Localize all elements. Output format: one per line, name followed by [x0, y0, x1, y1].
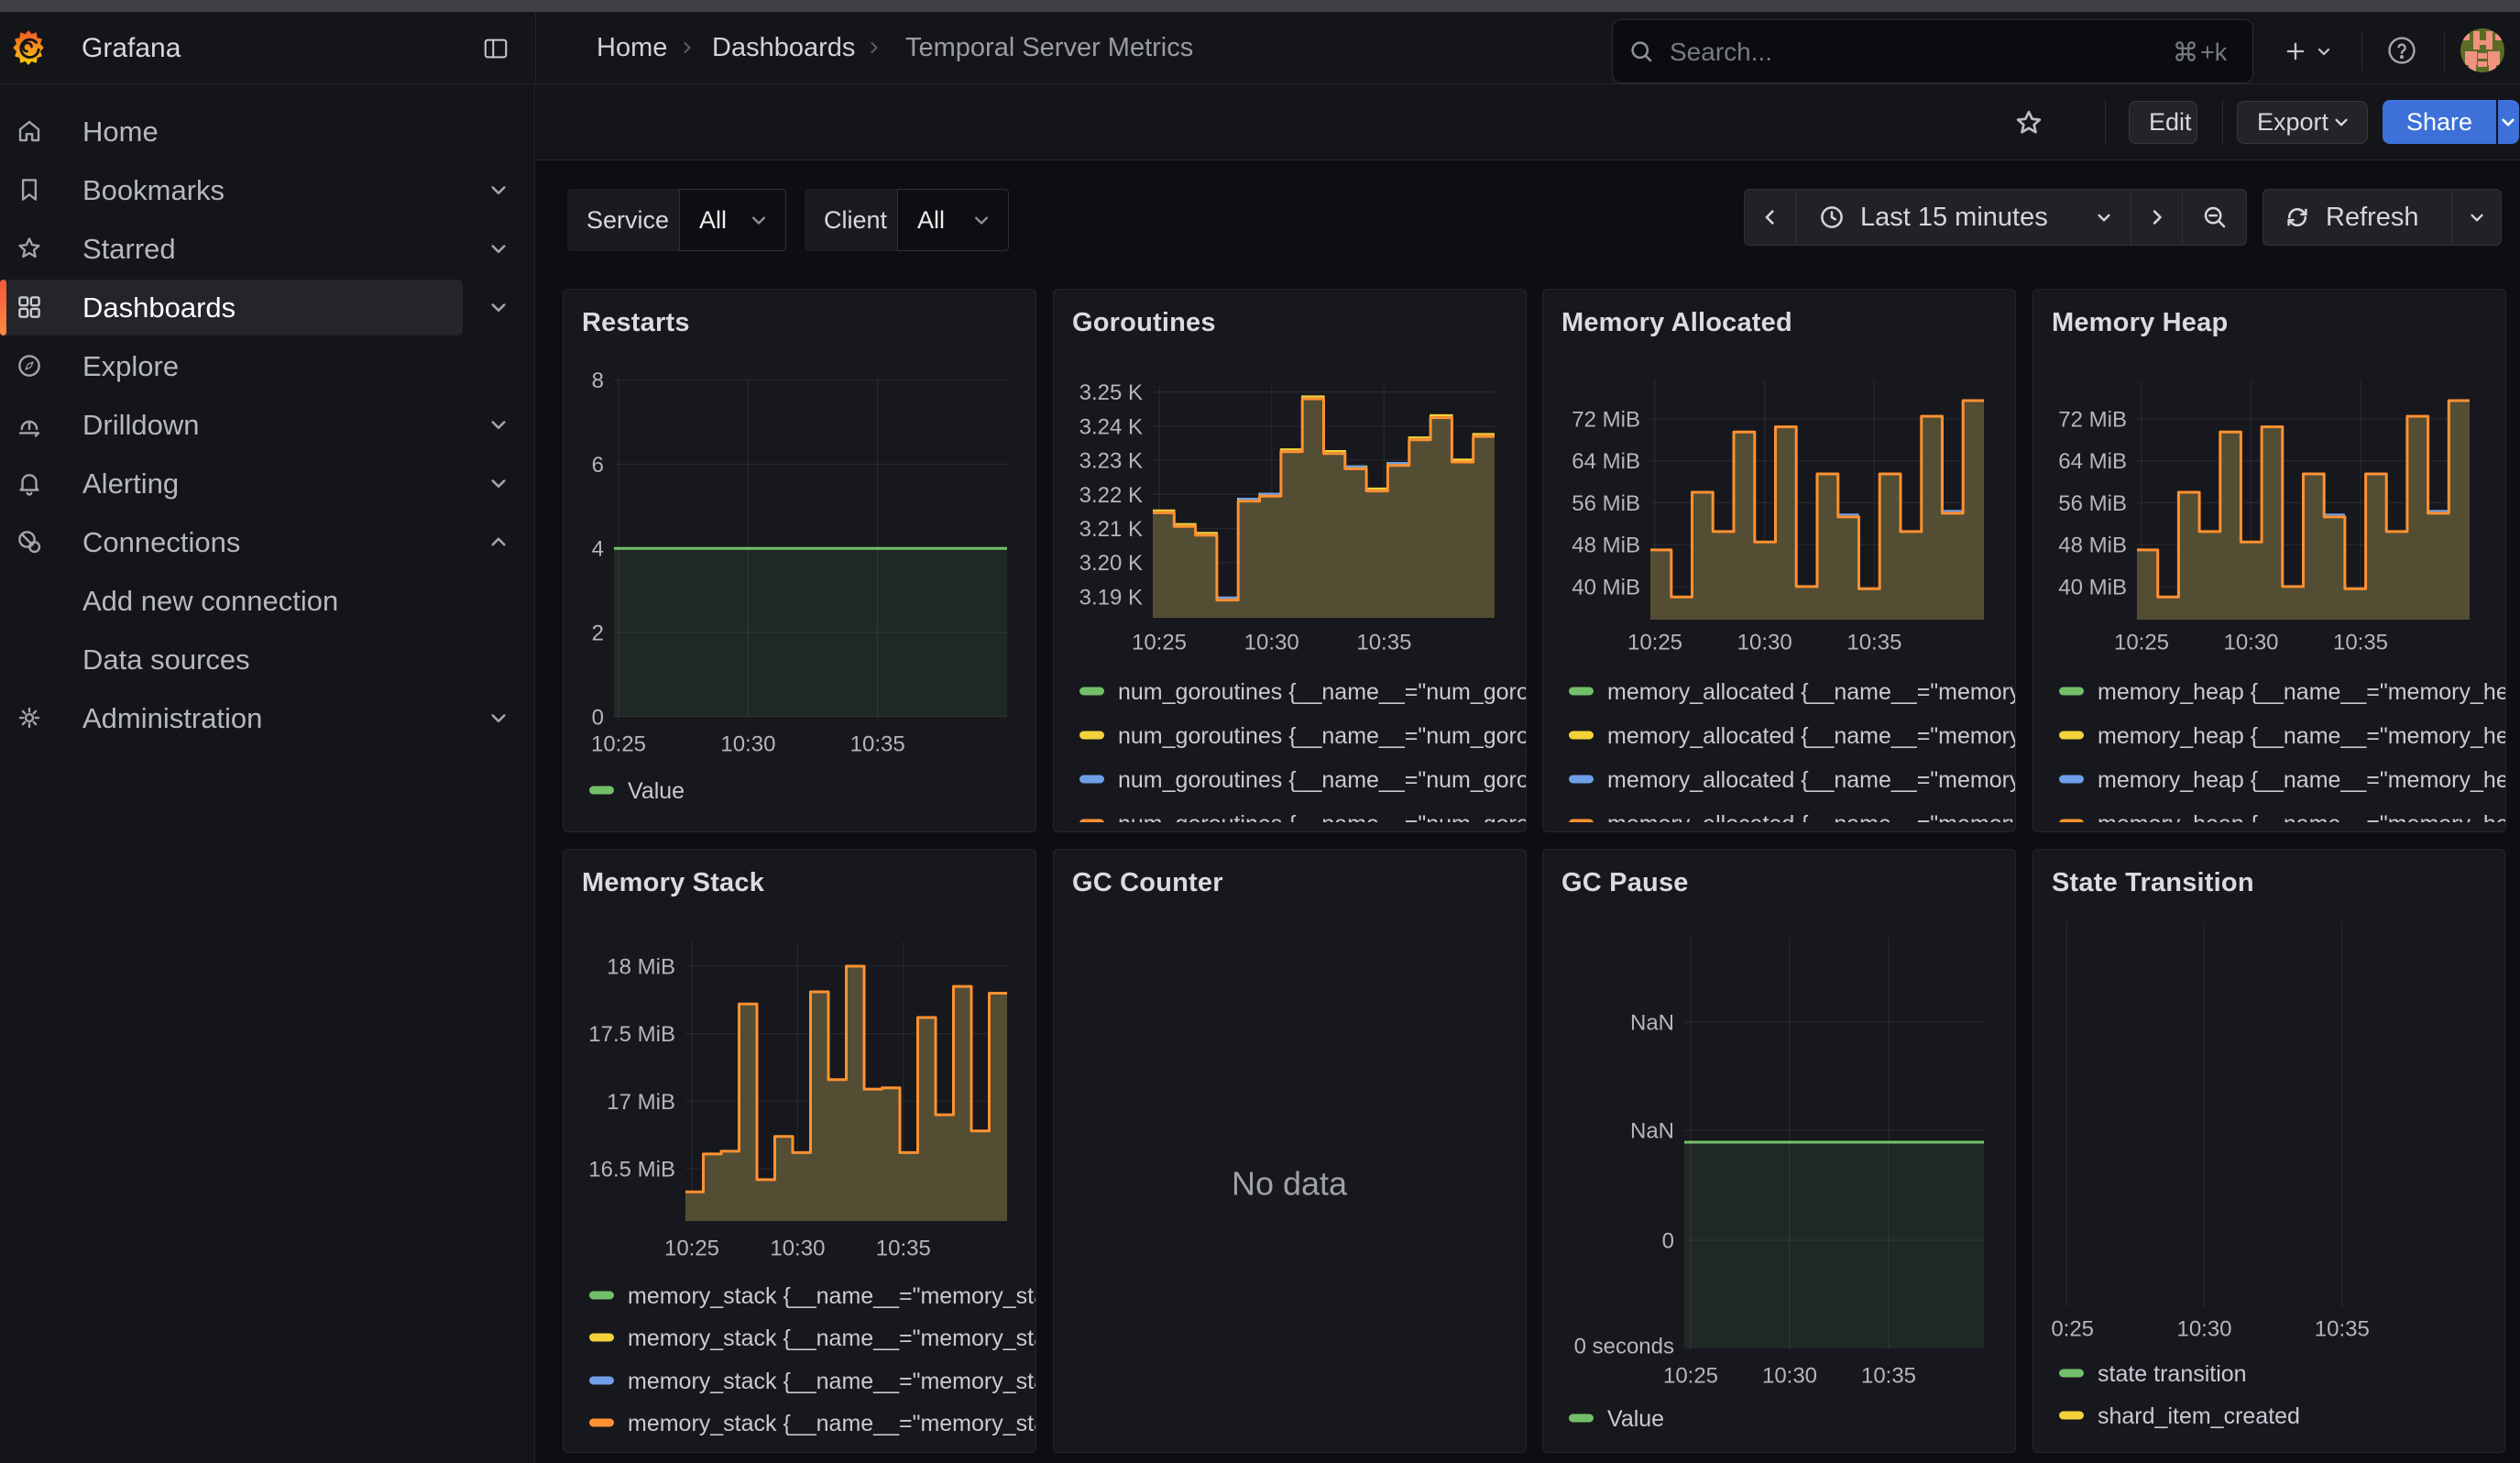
svg-text:No data: No data	[1232, 1165, 1348, 1203]
svg-text:3.20 K: 3.20 K	[1079, 551, 1143, 576]
svg-text:0 seconds: 0 seconds	[1574, 1335, 1674, 1359]
svg-text:memory_stack {__name__="memory: memory_stack {__name__="memory_stack", i…	[628, 1369, 1036, 1394]
svg-text:3.22 K: 3.22 K	[1079, 483, 1143, 508]
svg-text:4: 4	[592, 537, 604, 562]
svg-text:memory_stack {__name__="memory: memory_stack {__name__="memory_stack", i…	[628, 1411, 1036, 1436]
svg-text:10:30: 10:30	[2176, 1317, 2231, 1342]
svg-text:56 MiB: 56 MiB	[2058, 491, 2127, 516]
svg-text:17.5 MiB: 17.5 MiB	[588, 1022, 675, 1047]
svg-text:num_goroutines {__name__="num_: num_goroutines {__name__="num_goroutines…	[1118, 811, 1527, 832]
svg-text:10:35: 10:35	[850, 732, 905, 757]
svg-text:GC Counter: GC Counter	[1072, 868, 1223, 897]
svg-text:18 MiB: 18 MiB	[607, 955, 675, 980]
svg-text:48 MiB: 48 MiB	[1572, 534, 1640, 558]
svg-text:10:30: 10:30	[720, 732, 775, 757]
svg-text:10:25: 10:25	[591, 732, 646, 757]
svg-text:memory_stack {__name__="memory: memory_stack {__name__="memory_stack", i…	[628, 1326, 1036, 1351]
svg-text:3.19 K: 3.19 K	[1079, 585, 1143, 610]
svg-text:6: 6	[592, 453, 604, 478]
svg-text:Memory Stack: Memory Stack	[582, 868, 765, 897]
svg-text:10:25: 10:25	[1627, 631, 1682, 655]
svg-text:Restarts: Restarts	[582, 308, 690, 337]
svg-text:0: 0	[592, 706, 604, 731]
svg-text:17 MiB: 17 MiB	[607, 1090, 675, 1115]
svg-text:num_goroutines {__name__="num_: num_goroutines {__name__="num_goroutines…	[1118, 767, 1527, 793]
svg-text:72 MiB: 72 MiB	[1572, 408, 1640, 433]
svg-text:40 MiB: 40 MiB	[1572, 575, 1640, 600]
svg-text:10:25: 10:25	[1132, 631, 1187, 655]
svg-text:10:30: 10:30	[1244, 631, 1299, 655]
svg-text:memory_stack {__name__="memory: memory_stack {__name__="memory_stack", i…	[628, 1283, 1036, 1309]
svg-text:10:35: 10:35	[1846, 631, 1901, 655]
svg-text:memory_allocated {__name__="me: memory_allocated {__name__="memory_alloc…	[1607, 723, 2016, 749]
svg-text:10:30: 10:30	[770, 1237, 825, 1261]
svg-text:Memory Heap: Memory Heap	[2052, 308, 2228, 337]
svg-text:56 MiB: 56 MiB	[1572, 491, 1640, 516]
svg-text:memory_heap {__name__="memory_: memory_heap {__name__="memory_heap", ins…	[2098, 811, 2506, 832]
svg-text:NaN: NaN	[1630, 1119, 1674, 1144]
svg-text:memory_heap {__name__="memory_: memory_heap {__name__="memory_heap", ins…	[2098, 767, 2506, 793]
svg-text:3.24 K: 3.24 K	[1079, 414, 1143, 439]
svg-text:Goroutines: Goroutines	[1072, 308, 1216, 337]
svg-text:3.25 K: 3.25 K	[1079, 380, 1143, 405]
svg-text:GC Pause: GC Pause	[1561, 868, 1689, 897]
svg-text:64 MiB: 64 MiB	[1572, 449, 1640, 474]
svg-text:memory_heap {__name__="memory_: memory_heap {__name__="memory_heap", ins…	[2098, 723, 2506, 749]
svg-text:shard_item_created: shard_item_created	[2098, 1403, 2300, 1429]
svg-text:10:30: 10:30	[1737, 631, 1792, 655]
svg-text:memory_heap {__name__="memory_: memory_heap {__name__="memory_heap", ins…	[2098, 679, 2506, 705]
svg-text:40 MiB: 40 MiB	[2058, 575, 2127, 600]
svg-text:10:25: 10:25	[1663, 1364, 1718, 1389]
svg-text:Value: Value	[628, 778, 685, 804]
svg-text:10:25: 10:25	[664, 1237, 719, 1261]
svg-text:Memory Allocated: Memory Allocated	[1561, 308, 1792, 337]
svg-text:memory_allocated {__name__="me: memory_allocated {__name__="memory_alloc…	[1607, 767, 2016, 793]
svg-text:memory_allocated {__name__="me: memory_allocated {__name__="memory_alloc…	[1607, 679, 2016, 705]
svg-text:48 MiB: 48 MiB	[2058, 534, 2127, 558]
svg-text:0: 0	[1662, 1229, 1674, 1254]
svg-text:16.5 MiB: 16.5 MiB	[588, 1158, 675, 1182]
svg-text:3.21 K: 3.21 K	[1079, 517, 1143, 542]
svg-text:memory_allocated {__name__="me: memory_allocated {__name__="memory_alloc…	[1607, 811, 2016, 832]
svg-text:3.23 K: 3.23 K	[1079, 449, 1143, 474]
svg-text:10:35: 10:35	[1861, 1364, 1916, 1389]
svg-text:num_goroutines {__name__="num_: num_goroutines {__name__="num_goroutines…	[1118, 723, 1527, 749]
svg-text:10:30: 10:30	[1762, 1364, 1817, 1389]
svg-text:num_goroutines {__name__="num_: num_goroutines {__name__="num_goroutines…	[1118, 679, 1527, 705]
svg-text:10:35: 10:35	[1356, 631, 1411, 655]
svg-text:72 MiB: 72 MiB	[2058, 408, 2127, 433]
svg-text:10:35: 10:35	[876, 1237, 931, 1261]
svg-text:10:35: 10:35	[2315, 1317, 2370, 1342]
svg-text:10:30: 10:30	[2223, 631, 2278, 655]
svg-text:64 MiB: 64 MiB	[2058, 449, 2127, 474]
svg-text:State Transition: State Transition	[2052, 868, 2254, 897]
svg-text:10:35: 10:35	[2333, 631, 2388, 655]
svg-text:2: 2	[592, 622, 604, 646]
svg-text:Value: Value	[1607, 1406, 1664, 1432]
svg-text:NaN: NaN	[1630, 1011, 1674, 1036]
svg-text:state transition: state transition	[2098, 1361, 2247, 1387]
svg-text:10:25: 10:25	[2114, 631, 2169, 655]
svg-text:8: 8	[592, 368, 604, 393]
svg-text:10:25: 10:25	[2039, 1317, 2094, 1342]
